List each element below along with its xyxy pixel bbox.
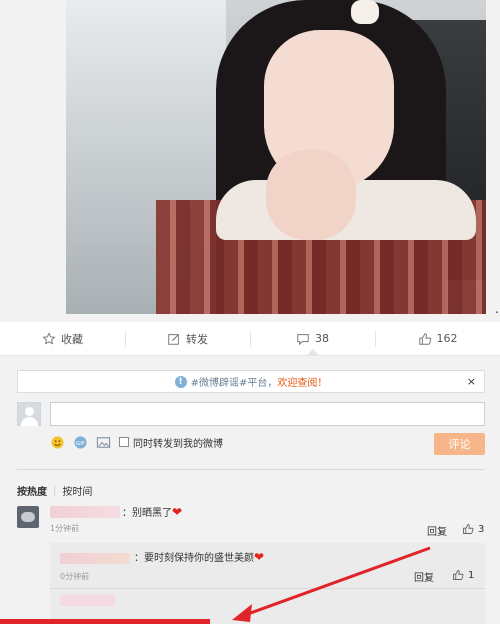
reply-button[interactable]: 回复 [427, 523, 447, 538]
smiley-icon[interactable] [50, 435, 65, 450]
post-photo[interactable] [66, 0, 486, 314]
post-image-area: . [0, 0, 500, 322]
close-icon[interactable]: × [467, 375, 476, 388]
weibo-post-page: . 收藏 转发 38 162 ! #微博辟谣#平台， 欢迎查阅！ × GIF 同… [0, 0, 500, 624]
notice-topic-link[interactable]: #微博辟谣#平台， [191, 374, 278, 389]
commenter-avatar[interactable] [17, 506, 39, 528]
reply-thread: ：要时刻保持你的盛世美颜❤ 0分钟前 回复 1 [50, 543, 485, 624]
photo-hair-clip [351, 0, 379, 24]
sort-by-hot[interactable]: 按热度 [17, 483, 47, 498]
comment-button[interactable]: 38 [250, 322, 375, 356]
post-action-bar: 收藏 转发 38 162 [0, 322, 500, 356]
edit-share-icon [168, 333, 179, 345]
svg-text:GIF: GIF [76, 440, 85, 446]
star-icon [42, 331, 56, 345]
thumbs-up-icon [418, 332, 431, 345]
section-divider [17, 469, 485, 470]
sort-options: 按热度 | 按时间 [17, 483, 93, 498]
repost-checkbox-label: 同时转发到我的微博 [133, 438, 223, 450]
replier-name-blurred[interactable] [60, 553, 130, 564]
comment-input[interactable] [50, 402, 485, 426]
current-user-avatar [17, 402, 41, 426]
image-icon[interactable] [96, 435, 111, 450]
favorite-label: 收藏 [61, 332, 83, 346]
photo-hand [266, 150, 356, 240]
submit-comment-button[interactable]: 评论 [434, 433, 485, 455]
sort-by-time[interactable]: 按时间 [62, 483, 92, 498]
annotation-underline [0, 619, 210, 624]
like-count: 162 [436, 332, 458, 345]
comment-panel: ! #微博辟谣#平台， 欢迎查阅！ × GIF 同时转发到我的微博 评论 按热度… [0, 356, 500, 624]
repost-button[interactable]: 转发 [125, 322, 250, 355]
dot-marker: . [495, 302, 499, 316]
rumor-notice-bar: ! #微博辟谣#平台， 欢迎查阅！ × [17, 370, 485, 393]
heart-icon: ❤ [254, 550, 265, 564]
reply-time: 0分钟前 [60, 572, 90, 581]
repost-label: 转发 [186, 332, 208, 346]
comment-text: ：别晒黑了❤ [122, 505, 183, 519]
info-icon: ! [174, 375, 187, 388]
reply-like-button[interactable]: 1 [452, 569, 474, 581]
comment-like-button[interactable]: 3 [462, 523, 484, 535]
thumbs-up-icon [453, 570, 464, 580]
commenter-name-blurred[interactable] [50, 506, 120, 518]
like-button[interactable]: 162 [375, 322, 500, 355]
reply-button[interactable]: 回复 [414, 569, 434, 584]
repost-checkbox[interactable] [119, 437, 129, 447]
gif-icon[interactable]: GIF [73, 435, 88, 450]
comment-time: 1分钟前 [50, 524, 80, 533]
comment-like-count: 3 [478, 523, 485, 535]
comment-tools: GIF 同时转发到我的微博 [50, 434, 223, 450]
thumbs-up-icon [463, 524, 474, 534]
reply-like-count: 1 [468, 569, 475, 581]
comment-bubble-icon [297, 333, 309, 345]
notice-welcome-text: 欢迎查阅！ [277, 378, 328, 389]
comment-count: 38 [315, 332, 329, 345]
reply-text: ：要时刻保持你的盛世美颜❤ [134, 550, 265, 564]
next-replier-name-blurred[interactable] [60, 595, 115, 606]
heart-icon: ❤ [172, 505, 183, 519]
favorite-button[interactable]: 收藏 [0, 322, 125, 355]
